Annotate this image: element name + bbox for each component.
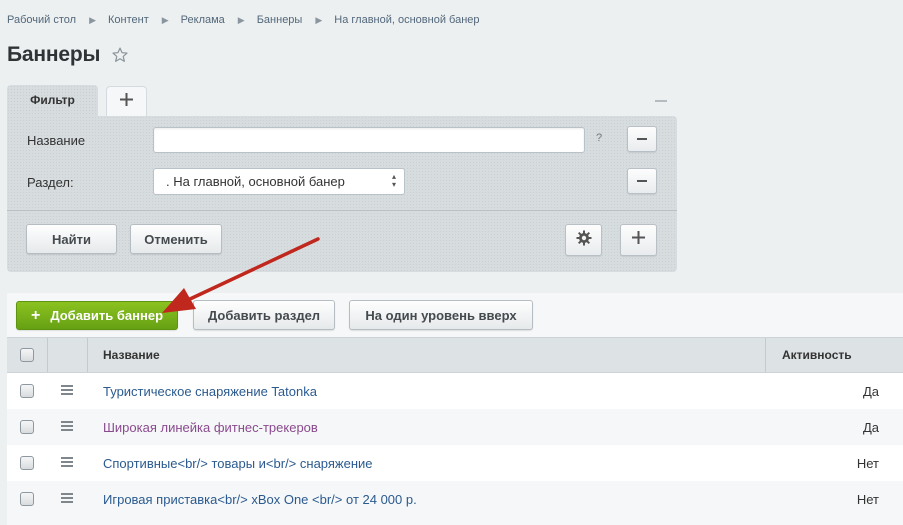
name-field-label: Название bbox=[27, 133, 86, 148]
banner-active-value: Нет bbox=[856, 456, 879, 471]
column-divider bbox=[87, 338, 88, 372]
menu-icon[interactable] bbox=[61, 421, 73, 432]
table-row[interactable]: Игровая приставка<br/> xBox One <br/> от… bbox=[7, 481, 903, 517]
remove-section-field-button[interactable] bbox=[627, 168, 657, 194]
title-row: Баннеры bbox=[7, 43, 129, 67]
menu-icon[interactable] bbox=[61, 457, 73, 468]
add-banner-button[interactable]: + Добавить баннер bbox=[16, 301, 178, 330]
filter-divider bbox=[7, 210, 677, 211]
chevron-right-icon: ▶ bbox=[161, 15, 169, 25]
section-field-label: Раздел: bbox=[27, 175, 74, 190]
table-header: Название Активность bbox=[7, 337, 903, 373]
tab-filter[interactable]: Фильтр bbox=[7, 85, 98, 117]
add-filter-tab[interactable] bbox=[106, 86, 147, 116]
breadcrumb-item[interactable]: Контент bbox=[108, 14, 149, 26]
minus-icon bbox=[637, 180, 647, 182]
remove-name-field-button[interactable] bbox=[627, 126, 657, 152]
chevron-right-icon: ▶ bbox=[89, 15, 96, 25]
banner-name-link[interactable]: Широкая линейка фитнес-трекеров bbox=[103, 420, 318, 435]
minus-icon bbox=[637, 138, 647, 140]
section-select[interactable]: . На главной, основной банер ▴ ▾ bbox=[153, 168, 405, 195]
banner-active-value: Да bbox=[862, 384, 879, 399]
banner-name-link[interactable]: Игровая приставка<br/> xBox One <br/> от… bbox=[103, 492, 417, 507]
help-icon[interactable]: ? bbox=[596, 132, 602, 144]
star-icon[interactable] bbox=[111, 46, 129, 64]
row-checkbox[interactable] bbox=[20, 420, 34, 434]
select-arrows-icon: ▴ ▾ bbox=[391, 172, 396, 189]
column-header-active[interactable]: Активность bbox=[782, 348, 852, 362]
breadcrumb-item[interactable]: Баннеры bbox=[257, 14, 303, 26]
banner-name-link[interactable]: Спортивные<br/> товары и<br/> снаряжение bbox=[103, 456, 373, 471]
table-row[interactable]: Туристическое снаряжение Tatonka Да bbox=[7, 373, 903, 409]
section-select-value: . На главной, основной банер bbox=[166, 174, 345, 189]
banner-active-value: Нет bbox=[856, 492, 879, 507]
column-header-name[interactable]: Название bbox=[103, 348, 160, 362]
breadcrumb-item[interactable]: Реклама bbox=[181, 14, 225, 26]
filter-settings-button[interactable] bbox=[565, 224, 602, 256]
gear-icon bbox=[576, 230, 592, 251]
breadcrumb-item[interactable]: Рабочий стол bbox=[7, 14, 76, 26]
breadcrumb: Рабочий стол ▶ Контент ▶ Реклама ▶ Баннеры ▶ На … bbox=[7, 14, 480, 26]
banner-active-value: Да bbox=[862, 420, 879, 435]
column-divider bbox=[47, 338, 48, 372]
cancel-button[interactable]: Отменить bbox=[130, 224, 222, 254]
name-field[interactable] bbox=[153, 127, 585, 153]
row-checkbox[interactable] bbox=[20, 456, 34, 470]
plus-icon: + bbox=[30, 306, 41, 324]
table-row[interactable]: Широкая линейка фитнес-трекеров Да bbox=[7, 409, 903, 445]
breadcrumb-item[interactable]: На главной, основной банер bbox=[334, 14, 479, 26]
menu-icon[interactable] bbox=[61, 493, 73, 504]
column-divider bbox=[765, 338, 766, 372]
table-row[interactable]: Спортивные<br/> товары и<br/> снаряжение… bbox=[7, 445, 903, 481]
row-checkbox[interactable] bbox=[20, 492, 34, 506]
collapse-filter-icon[interactable] bbox=[655, 100, 667, 102]
select-all-checkbox[interactable] bbox=[20, 348, 34, 362]
banner-name-link[interactable]: Туристическое снаряжение Tatonka bbox=[103, 384, 317, 399]
add-section-button[interactable]: Добавить раздел bbox=[193, 300, 335, 330]
add-banner-label: Добавить баннер bbox=[50, 308, 164, 323]
add-filter-field-button[interactable] bbox=[620, 224, 657, 256]
page-title: Баннеры bbox=[7, 43, 101, 66]
plus-icon bbox=[632, 231, 645, 249]
chevron-right-icon: ▶ bbox=[315, 15, 323, 25]
find-button[interactable]: Найти bbox=[26, 224, 117, 254]
row-checkbox[interactable] bbox=[20, 384, 34, 398]
menu-icon[interactable] bbox=[61, 385, 73, 396]
plus-icon bbox=[120, 92, 133, 111]
level-up-button[interactable]: На один уровень вверх bbox=[349, 300, 533, 330]
chevron-right-icon: ▶ bbox=[237, 15, 245, 25]
